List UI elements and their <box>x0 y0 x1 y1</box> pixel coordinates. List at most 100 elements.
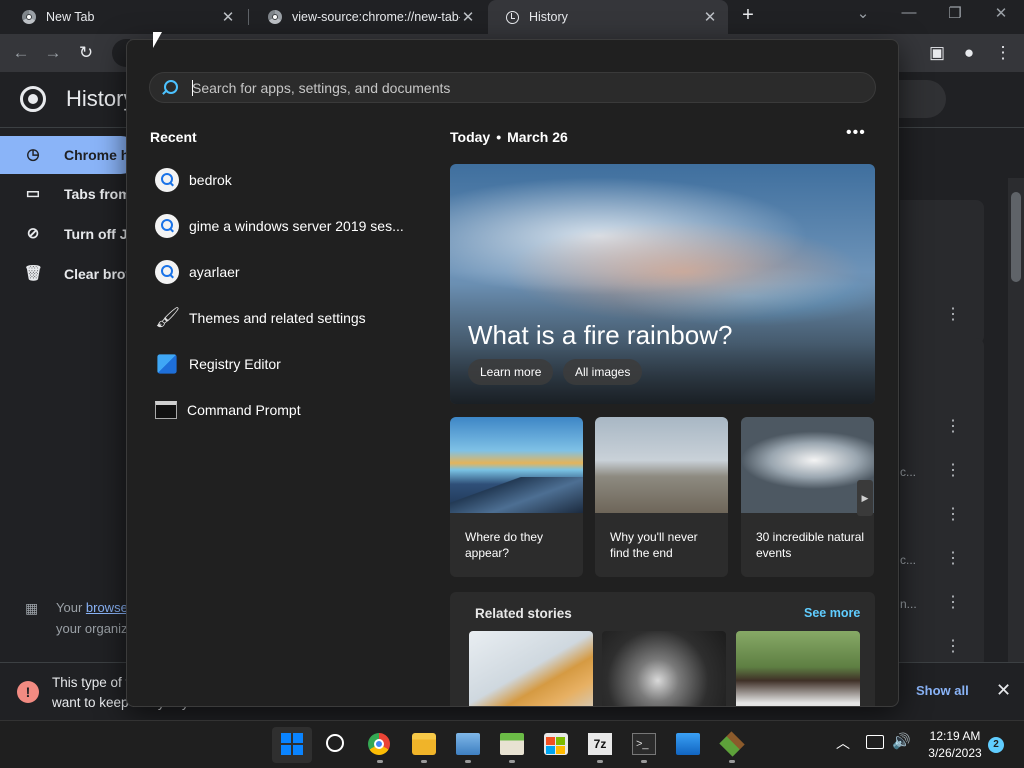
more-actions-icon[interactable]: ⋮ <box>944 636 962 658</box>
minecraft-launcher-icon <box>500 733 524 755</box>
taskbar-app-mail[interactable] <box>668 727 708 763</box>
tab-view-source[interactable]: view-source:chrome://new-tab-page ✕ <box>250 0 486 34</box>
taskbar-search-button[interactable] <box>316 727 356 763</box>
sidebar-item-chrome-history[interactable]: ◷ Chrome history <box>0 136 140 174</box>
network-icon[interactable] <box>866 735 884 749</box>
managed-line-1: Your browser <box>56 600 132 615</box>
more-actions-icon[interactable]: ⋮ <box>944 548 962 570</box>
clock-icon: ◷ <box>26 146 40 163</box>
tab-new-tab[interactable]: New Tab ✕ <box>4 0 246 34</box>
forward-icon[interactable]: → <box>40 40 66 66</box>
more-actions-icon[interactable]: ⋮ <box>944 416 962 438</box>
menu-icon[interactable]: ⋮ <box>990 40 1016 66</box>
scrollbar[interactable] <box>1008 178 1024 662</box>
scrollbar-thumb[interactable] <box>1011 192 1021 282</box>
taskbar-app-terminal[interactable]: >_ <box>624 727 664 763</box>
close-icon[interactable]: ✕ <box>702 8 718 26</box>
taskbar-app-microsoft-store[interactable] <box>536 727 576 763</box>
recent-item-themes-settings[interactable]: 🖌 Themes and related settings <box>155 301 415 335</box>
recent-item-label: Command Prompt <box>187 402 301 418</box>
clock-date[interactable]: 3/26/2023 <box>922 746 988 760</box>
back-icon[interactable]: ← <box>8 40 34 66</box>
today-heading: Today • March 26 <box>450 129 568 145</box>
windows-logo-icon <box>281 733 305 755</box>
close-icon[interactable]: ✕ <box>996 680 1011 701</box>
carousel-next-icon[interactable]: ▶ <box>857 480 873 516</box>
more-actions-icon[interactable]: ⋮ <box>944 504 962 526</box>
related-story-thumbnail[interactable] <box>469 631 593 706</box>
story-caption: 30 incredible natural events <box>756 530 865 560</box>
related-stories-heading: Related stories <box>475 606 572 621</box>
recent-item-bedrok[interactable]: bedrok <box>155 163 415 197</box>
close-icon[interactable]: ✕ <box>460 8 476 26</box>
notification-badge[interactable]: 2 <box>988 737 1004 753</box>
related-story-thumbnail[interactable] <box>602 631 726 706</box>
new-tab-button[interactable]: + <box>736 4 760 30</box>
taskbar-app-chrome[interactable] <box>360 727 400 763</box>
more-actions-icon[interactable]: ⋮ <box>944 304 962 326</box>
all-images-button[interactable]: All images <box>563 359 643 385</box>
search-icon <box>155 214 179 238</box>
more-options-icon[interactable]: ••• <box>846 124 866 142</box>
folder-icon <box>412 733 436 755</box>
running-indicator <box>421 760 427 763</box>
chevron-up-icon[interactable]: ︿ <box>836 733 850 753</box>
page-title: History <box>66 86 135 111</box>
recent-heading: Recent <box>150 129 197 145</box>
taskbar-app-minecraft-launcher[interactable] <box>492 727 532 763</box>
recent-item-command-prompt[interactable]: Command Prompt <box>155 393 415 427</box>
taskbar-app-performance-monitor[interactable] <box>448 727 488 763</box>
see-more-link[interactable]: See more <box>804 606 860 620</box>
history-card: ⋮ <box>900 200 984 344</box>
tab-search-icon[interactable]: ⌄ <box>848 4 878 26</box>
history-list: ⋮ ⋮ ⋮ ⋮ ⋮ ⋮ ⋮ c... c... n... <box>900 176 1024 668</box>
chrome-logo-icon <box>22 10 36 24</box>
sidebar-item-clear-browsing-data[interactable]: 🗑 Clear browsing data <box>0 255 140 293</box>
running-indicator <box>597 760 603 763</box>
profile-icon[interactable]: ● <box>956 40 982 66</box>
search-input[interactable] <box>192 77 852 99</box>
taskbar-app-file-explorer[interactable] <box>404 727 444 763</box>
text-caret <box>192 80 193 96</box>
today-label: Today <box>450 129 491 145</box>
mouse-cursor-icon <box>153 32 162 48</box>
story-card[interactable]: Where do they appear? <box>450 417 583 577</box>
recent-item-windows-server[interactable]: gime a windows server 2019 ses... <box>155 209 415 243</box>
tab-title: view-source:chrome://new-tab-page <box>292 10 460 24</box>
chrome-icon <box>368 733 390 755</box>
running-indicator <box>377 760 383 763</box>
related-story-thumbnail[interactable] <box>736 631 860 706</box>
story-card[interactable]: Why you'll never find the end <box>595 417 728 577</box>
story-caption: Where do they appear? <box>465 530 544 560</box>
minimize-icon[interactable]: — <box>894 4 924 26</box>
side-panel-icon[interactable]: ▣ <box>924 40 950 66</box>
learn-more-button[interactable]: Learn more <box>468 359 554 385</box>
hero-card[interactable]: What is a fire rainbow? Learn more All i… <box>450 164 875 404</box>
managed-browser-note: ▦ Your browser your organization <box>0 596 156 640</box>
recent-item-ayarlaer[interactable]: ayarlaer <box>155 255 415 289</box>
clock-time[interactable]: 12:19 AM <box>924 729 986 743</box>
recent-item-label: Registry Editor <box>189 356 281 372</box>
taskbar-app-minecraft[interactable] <box>712 727 752 763</box>
tab-history[interactable]: History ✕ <box>488 0 728 34</box>
volume-icon[interactable]: 🔊 <box>892 732 911 750</box>
sidebar-item-turn-off-journeys[interactable]: ⊘ Turn off Journeys <box>0 215 140 253</box>
restore-icon[interactable]: ❐ <box>940 4 970 26</box>
window-close-icon[interactable]: ✕ <box>986 4 1016 26</box>
tab-separator <box>248 9 249 25</box>
chrome-logo-icon <box>268 10 282 24</box>
more-actions-icon[interactable]: ⋮ <box>944 460 962 482</box>
trash-icon: 🗑 <box>24 265 44 282</box>
taskbar-app-7zip[interactable]: 7z <box>580 727 620 763</box>
sidebar-item-tabs-from-other-devices[interactable]: ▭ Tabs from other devices <box>0 175 140 213</box>
more-actions-icon[interactable]: ⋮ <box>944 592 962 614</box>
close-icon[interactable]: ✕ <box>220 8 236 26</box>
search-icon <box>155 168 179 192</box>
story-card[interactable]: 30 incredible natural events <box>741 417 874 577</box>
search-box[interactable] <box>149 72 876 103</box>
start-button[interactable] <box>272 727 312 763</box>
reload-icon[interactable]: ↻ <box>73 40 99 66</box>
chrome-logo-icon <box>20 86 46 112</box>
recent-item-registry-editor[interactable]: Registry Editor <box>155 347 415 381</box>
show-all-button[interactable]: Show all <box>916 683 969 698</box>
